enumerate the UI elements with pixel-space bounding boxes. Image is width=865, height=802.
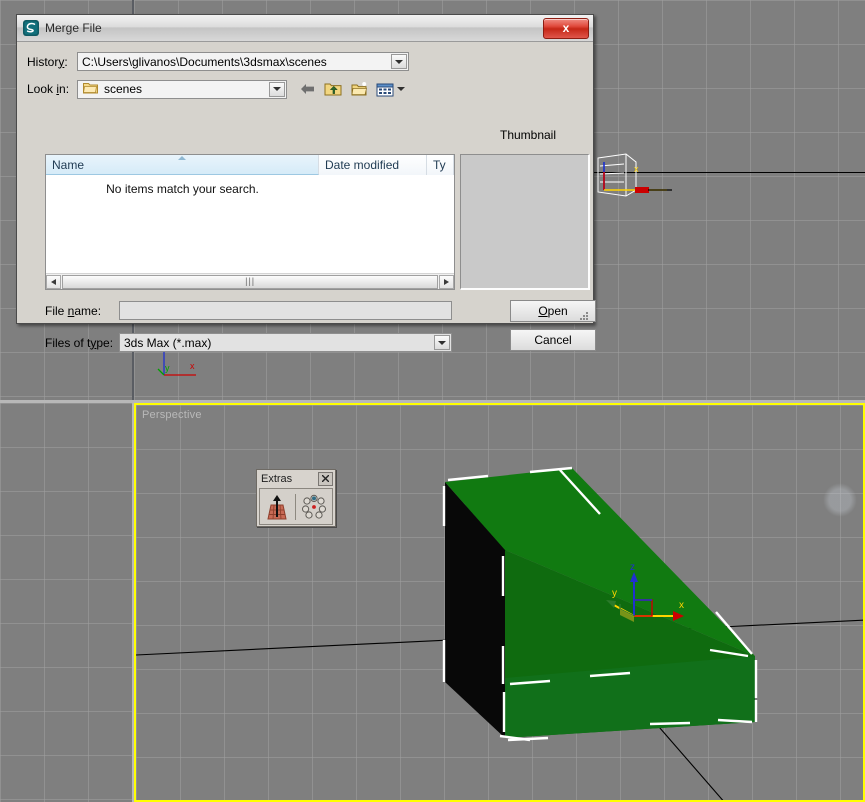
- object-axis-tripod[interactable]: z x y: [600, 560, 696, 640]
- chevron-down-icon: [397, 87, 405, 91]
- history-row: History: C:\Users\glivanos\Documents\3ds…: [27, 52, 583, 71]
- extras-toolbar-tray: [259, 488, 333, 525]
- extrude-icon: [267, 494, 287, 519]
- up-folder-icon: [324, 83, 342, 96]
- extras-toolbar-titlebar[interactable]: Extras: [257, 470, 335, 487]
- extras-close-button[interactable]: [318, 471, 333, 486]
- close-icon: [322, 475, 329, 482]
- empty-message: No items match your search.: [106, 182, 259, 196]
- history-combobox[interactable]: C:\Users\glivanos\Documents\3dsmax\scene…: [77, 52, 409, 71]
- lookin-dropdown-arrow[interactable]: [269, 81, 285, 97]
- thumbnail-title: Thumbnail: [499, 128, 557, 142]
- column-header-type-label: Ty: [433, 158, 446, 172]
- dialog-nav-toolbar: [295, 79, 405, 99]
- triangle-right-icon: [444, 278, 449, 285]
- column-header-date-modified[interactable]: Date modified: [319, 155, 427, 175]
- cancel-button[interactable]: Cancel: [510, 329, 596, 351]
- filename-label: File name:: [45, 303, 102, 318]
- column-header-type[interactable]: Ty: [427, 155, 454, 175]
- chevron-down-icon: [438, 340, 446, 345]
- array-icon: [302, 494, 326, 519]
- filetype-combobox[interactable]: 3ds Max (*.max): [119, 333, 452, 352]
- new-folder-button[interactable]: [349, 79, 371, 99]
- extrude-tool-button[interactable]: [260, 490, 294, 523]
- extras-toolbar[interactable]: Extras: [256, 469, 336, 527]
- filetype-row: Files of type: 3ds Max (*.max): [45, 333, 452, 352]
- svg-text:x: x: [634, 164, 639, 174]
- lookin-label: Look in:: [27, 82, 70, 96]
- array-tool-button[interactable]: [297, 490, 331, 523]
- 3dsmax-icon: [23, 20, 39, 36]
- grip-icon: |||: [244, 276, 255, 286]
- toolbar-separator: [295, 493, 296, 520]
- chevron-down-icon: [395, 59, 403, 64]
- filename-input[interactable]: [119, 301, 452, 320]
- history-dropdown-arrow[interactable]: [391, 54, 407, 69]
- viewport-divider-vertical-lower[interactable]: [132, 403, 134, 802]
- filetype-value: 3ds Max (*.max): [124, 335, 212, 350]
- folder-icon: [83, 81, 98, 97]
- svg-text:y: y: [165, 363, 170, 373]
- svg-text:z: z: [630, 562, 635, 573]
- filetype-dropdown-arrow[interactable]: [434, 335, 450, 350]
- file-list-hscrollbar[interactable]: |||: [46, 273, 454, 289]
- svg-text:x: x: [679, 600, 684, 611]
- merge-file-dialog[interactable]: Merge File x History: C:\Users\glivanos\…: [16, 14, 596, 352]
- column-header-name[interactable]: Name: [46, 155, 319, 175]
- dialog-titlebar[interactable]: Merge File x: [17, 15, 593, 42]
- thumbnail-preview: [460, 154, 590, 290]
- viewport-divider-horizontal[interactable]: [0, 400, 865, 403]
- up-one-level-button[interactable]: [322, 79, 344, 99]
- scroll-left-button[interactable]: [46, 274, 61, 289]
- history-value: C:\Users\glivanos\Documents\3dsmax\scene…: [82, 54, 327, 69]
- lookin-row: Look in: scenes: [27, 79, 583, 99]
- scroll-right-button[interactable]: [439, 274, 454, 289]
- svg-text:x: x: [190, 361, 195, 371]
- history-label: History:: [27, 54, 68, 69]
- back-button[interactable]: [295, 79, 317, 99]
- filetype-label: Files of type:: [45, 335, 114, 350]
- scroll-thumb[interactable]: |||: [62, 274, 438, 289]
- dialog-close-button[interactable]: x: [543, 17, 589, 39]
- dialog-body: History: C:\Users\glivanos\Documents\3ds…: [17, 42, 596, 352]
- sort-ascending-icon: [178, 156, 186, 160]
- views-button[interactable]: [376, 82, 405, 97]
- file-list-body[interactable]: No items match your search.: [46, 175, 454, 273]
- resize-grip[interactable]: [578, 310, 590, 322]
- svg-text:y: y: [612, 588, 617, 599]
- extras-toolbar-title: Extras: [261, 472, 293, 485]
- lookin-value: scenes: [104, 82, 143, 96]
- resize-grip-icon: [580, 312, 588, 320]
- viewport-bottom-left[interactable]: LEFT: [0, 403, 132, 802]
- back-arrow-icon: [301, 84, 314, 94]
- views-icon: [376, 83, 394, 96]
- triangle-left-icon: [51, 278, 56, 285]
- object-gizmo-icon: x: [597, 153, 672, 197]
- column-header-name-label: Name: [52, 157, 85, 172]
- file-list-header: Name Date modified Ty: [46, 155, 454, 176]
- file-list[interactable]: Name Date modified Ty No items match you…: [45, 154, 455, 290]
- open-button-label-rest: pen: [547, 304, 568, 318]
- filename-row: File name:: [45, 301, 452, 320]
- new-folder-icon: [351, 82, 367, 96]
- column-header-date-label: Date modified: [325, 158, 400, 172]
- dialog-title: Merge File: [45, 21, 102, 35]
- lookin-combobox[interactable]: scenes: [77, 79, 287, 99]
- viewport-grid: [0, 403, 132, 802]
- chevron-down-icon: [273, 87, 281, 91]
